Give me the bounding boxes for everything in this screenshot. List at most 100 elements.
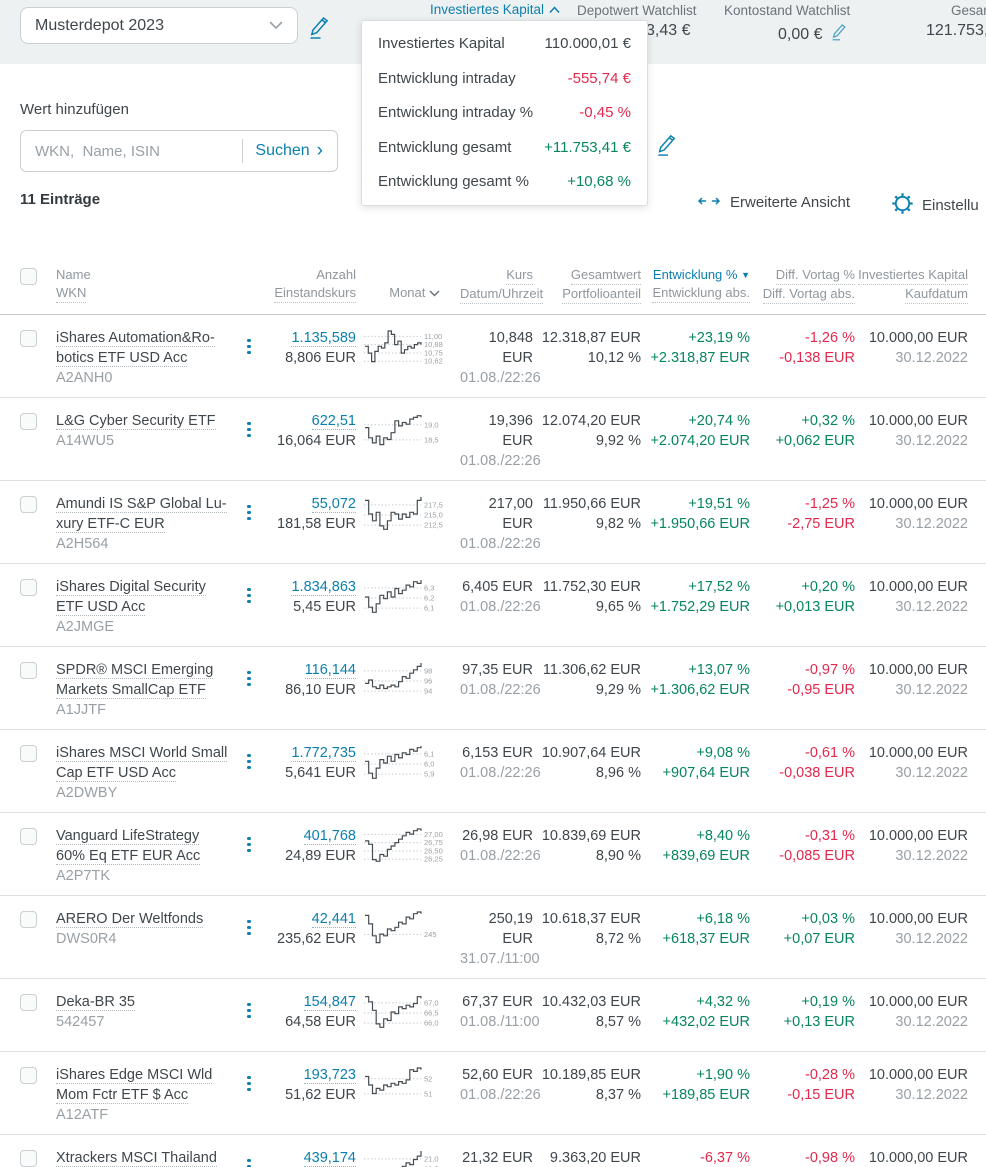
- kurs-datetime: 01.08./11:00: [460, 1012, 533, 1032]
- header-einstandskurs: Einstandskurs: [274, 284, 356, 303]
- edit-depot-pencil-icon[interactable]: [306, 14, 331, 44]
- edit-konto-pencil-icon[interactable]: [829, 22, 848, 47]
- row-checkbox[interactable]: [20, 579, 37, 596]
- portfolioanteil-value: 8,37 %: [533, 1085, 641, 1105]
- svg-text:98: 98: [424, 666, 432, 675]
- table-body: iShares Automation&Ro- botics ETF USD Ac…: [0, 315, 986, 1167]
- row-checkbox[interactable]: [20, 828, 37, 845]
- svg-text:94: 94: [424, 687, 432, 696]
- security-wkn: A1JJTF: [56, 700, 241, 720]
- metric-value: 110.000,01 €: [545, 35, 631, 52]
- anzahl-link[interactable]: 1.772,735: [291, 745, 356, 762]
- anzahl-link[interactable]: 1.834,863: [291, 579, 356, 596]
- extended-view-button[interactable]: Erweiterte Ansicht: [697, 194, 850, 211]
- anzahl-link[interactable]: 1.135,589: [291, 330, 356, 347]
- settings-button[interactable]: Einstellu: [891, 192, 979, 219]
- metric-label: Investiertes Kapital: [378, 35, 505, 52]
- security-name-link-line2[interactable]: xury ETF-C EUR: [56, 516, 165, 533]
- svg-text:6,2: 6,2: [424, 594, 434, 603]
- security-name-link[interactable]: Vanguard LifeStrategy: [56, 828, 199, 845]
- kurs-value: 21,32 EUR: [460, 1148, 533, 1167]
- security-wkn: A2DWBY: [56, 783, 241, 803]
- anzahl-link[interactable]: 439,174: [304, 1150, 356, 1167]
- kurs-value: 250,19 EUR: [460, 909, 533, 949]
- portfolioanteil-value: 8,90 %: [533, 846, 641, 866]
- row-checkbox[interactable]: [20, 496, 37, 513]
- security-name-link[interactable]: iShares Automation&Ro-: [56, 330, 215, 347]
- security-name-link-line2[interactable]: Cap ETF USD Acc: [56, 765, 176, 782]
- security-name-link[interactable]: Deka-BR 35: [56, 994, 135, 1011]
- kaufdatum-value: 30.12.2022: [855, 1085, 968, 1105]
- diff-vortag-abs-value: -0,038 EUR: [750, 763, 855, 783]
- security-name-link-line2[interactable]: 60% Eq ETF EUR Acc: [56, 848, 200, 865]
- sparkline-chart: 11,0010,8810,7510,62: [364, 326, 460, 378]
- anzahl-link[interactable]: 42,441: [312, 911, 356, 928]
- anzahl-link[interactable]: 154,847: [304, 994, 356, 1011]
- search-button[interactable]: Suchen ›: [243, 142, 337, 161]
- row-checkbox[interactable]: [20, 745, 37, 762]
- row-checkbox[interactable]: [20, 911, 37, 928]
- row-checkbox[interactable]: [20, 662, 37, 679]
- anzahl-link[interactable]: 116,144: [305, 662, 356, 679]
- header-datum-uhrzeit: Datum/Uhrzeit: [460, 285, 543, 304]
- anzahl-link[interactable]: 55,072: [312, 496, 356, 513]
- header-wkn: WKN: [56, 284, 86, 303]
- row-menu-kebab-icon[interactable]: [241, 336, 257, 358]
- row-menu-kebab-icon[interactable]: [241, 668, 257, 690]
- security-name-link[interactable]: iShares Digital Security: [56, 579, 206, 596]
- left-right-arrows-icon: [697, 194, 721, 211]
- row-menu-kebab-icon[interactable]: [241, 1073, 257, 1095]
- security-name-link-line2[interactable]: botics ETF USD Acc: [56, 350, 187, 367]
- header-name: Name: [56, 266, 91, 284]
- svg-text:96: 96: [424, 677, 432, 686]
- security-name-link[interactable]: Xtrackers MSCI Thailand: [56, 1150, 217, 1167]
- security-name-link[interactable]: SPDR® MSCI Emerging: [56, 662, 213, 679]
- anzahl-link[interactable]: 193,723: [304, 1067, 356, 1084]
- sort-arrow-down-icon: ▼: [741, 266, 750, 284]
- row-menu-kebab-icon[interactable]: [241, 1156, 257, 1167]
- kurs-datetime: 01.08./22:26: [460, 451, 533, 471]
- portfolio-page: Musterdepot 2023 Investiertes Kapital De…: [0, 0, 986, 1167]
- investiertes-kapital-value: 10.000,00 EUR: [855, 328, 968, 348]
- row-menu-kebab-icon[interactable]: [241, 834, 257, 856]
- row-checkbox[interactable]: [20, 413, 37, 430]
- anzahl-link[interactable]: 401,768: [304, 828, 356, 845]
- investiertes-kapital-value: 10.000,00 EUR: [855, 660, 968, 680]
- row-menu-kebab-icon[interactable]: [241, 751, 257, 773]
- security-name-link[interactable]: iShares MSCI World Small: [56, 745, 227, 762]
- row-menu-kebab-icon[interactable]: [241, 419, 257, 441]
- security-name-link-line2[interactable]: ETF USD Acc: [56, 599, 145, 616]
- entwicklung-abs-value: +618,37 EUR: [641, 929, 750, 949]
- row-menu-kebab-icon[interactable]: [241, 1000, 257, 1022]
- row-menu-kebab-icon[interactable]: [241, 502, 257, 524]
- depot-select[interactable]: Musterdepot 2023: [20, 7, 298, 44]
- security-wkn: A2ANH0: [56, 368, 241, 388]
- entwicklung-abs-value: +1.752,29 EUR: [641, 597, 750, 617]
- security-name-link[interactable]: Amundi IS S&P Global Lu-: [56, 496, 227, 513]
- row-menu-kebab-icon[interactable]: [241, 585, 257, 607]
- monat-dropdown[interactable]: Monat: [389, 284, 440, 302]
- anzahl-link[interactable]: 622,51: [312, 413, 356, 430]
- security-name-link[interactable]: ARERO Der Weltfonds: [56, 911, 203, 928]
- header-kaufdatum: Kaufdatum: [905, 285, 968, 304]
- svg-text:66,5: 66,5: [424, 1009, 439, 1018]
- kaufdatum-value: 30.12.2022: [855, 680, 968, 700]
- security-name-link-line2[interactable]: Markets SmallCap ETF: [56, 682, 206, 699]
- sort-entwicklung-pct[interactable]: Entwicklung % ▼: [653, 266, 750, 284]
- row-menu-kebab-icon[interactable]: [241, 917, 257, 939]
- row-checkbox[interactable]: [20, 994, 37, 1011]
- metrics-dropdown-toggle[interactable]: Investiertes Kapital: [430, 2, 560, 17]
- row-checkbox[interactable]: [20, 330, 37, 347]
- investiertes-kapital-value: 10.000,00 EUR: [855, 494, 968, 514]
- search-input[interactable]: [21, 143, 242, 160]
- svg-text:6,3: 6,3: [424, 583, 434, 592]
- security-name-link[interactable]: L&G Cyber Security ETF: [56, 413, 216, 430]
- security-name-link-line2[interactable]: Mom Fctr ETF $ Acc: [56, 1087, 188, 1104]
- row-checkbox[interactable]: [20, 1150, 37, 1167]
- row-checkbox[interactable]: [20, 1067, 37, 1084]
- metric-label: Entwicklung gesamt %: [378, 173, 529, 190]
- edit-entwicklung-pencil-icon[interactable]: [654, 132, 678, 163]
- select-all-checkbox[interactable]: [20, 268, 37, 285]
- security-name-link[interactable]: iShares Edge MSCI Wld: [56, 1067, 212, 1084]
- sparkline-chart: 19,018,5: [364, 409, 460, 461]
